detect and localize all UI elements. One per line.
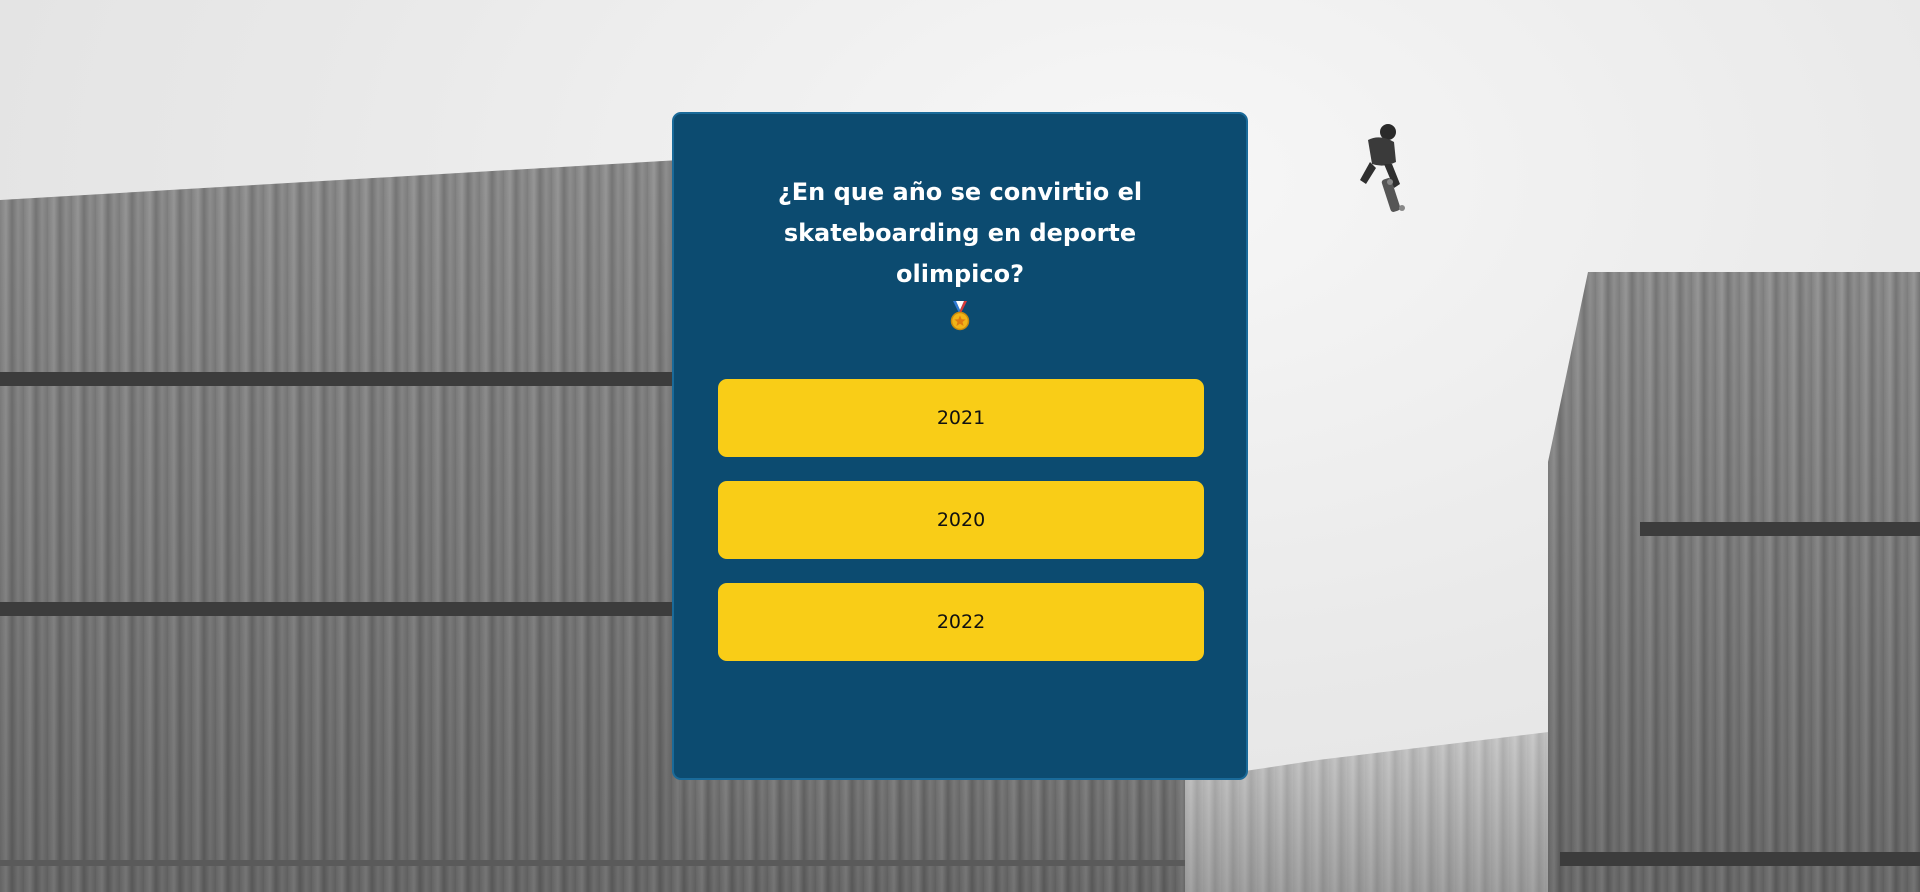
background-container-rail bbox=[1560, 852, 1920, 866]
background-containers-left bbox=[0, 160, 680, 892]
quiz-question-text: ¿En que año se convirtio el skateboardin… bbox=[777, 178, 1143, 288]
background-container-rail bbox=[0, 372, 680, 386]
medal-icon bbox=[950, 301, 970, 331]
answer-option-2020[interactable]: 2020 bbox=[718, 481, 1204, 559]
answer-option-2021[interactable]: 2021 bbox=[718, 379, 1204, 457]
answer-list: 2021 2020 2022 bbox=[718, 379, 1204, 685]
background-container-rail bbox=[1640, 522, 1920, 536]
page-background: ¿En que año se convirtio el skateboardin… bbox=[0, 0, 1920, 892]
quiz-card: ¿En que año se convirtio el skateboardin… bbox=[672, 112, 1248, 780]
background-containers-right bbox=[1548, 272, 1920, 892]
background-container-rail bbox=[0, 602, 680, 616]
quiz-question: ¿En que año se convirtio el skateboardin… bbox=[718, 172, 1202, 336]
answer-option-2022[interactable]: 2022 bbox=[718, 583, 1204, 661]
background-container-rail bbox=[0, 860, 1185, 866]
skater-silhouette-icon bbox=[1360, 124, 1405, 212]
